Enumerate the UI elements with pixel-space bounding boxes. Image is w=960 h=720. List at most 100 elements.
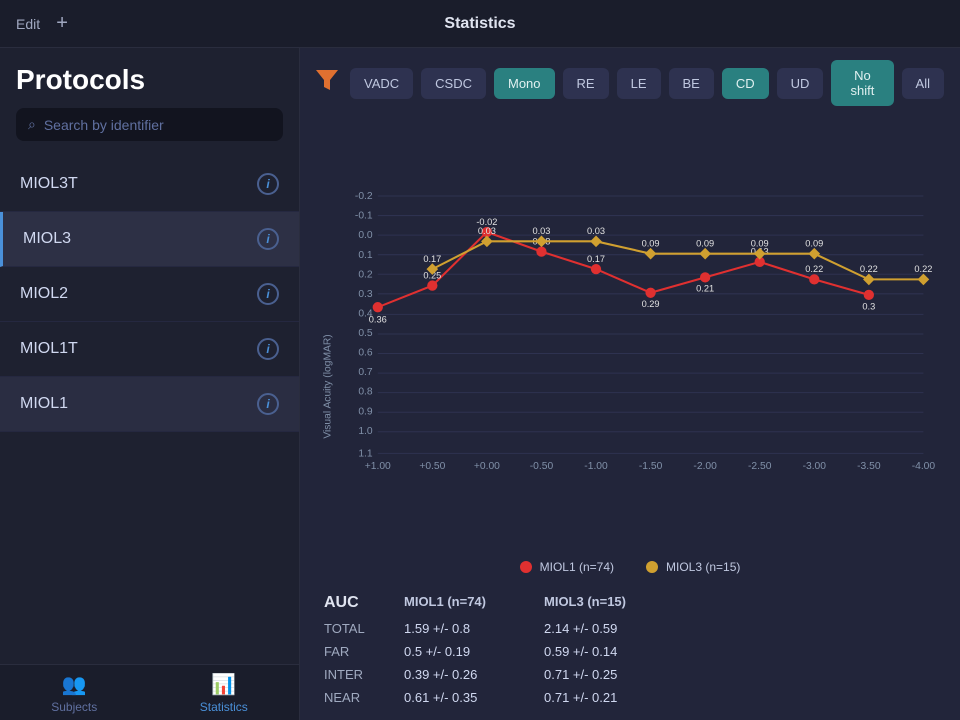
svg-text:0.5: 0.5: [358, 328, 373, 339]
filter-btn-ud[interactable]: UD: [777, 68, 824, 99]
protocol-item-miol2[interactable]: MIOL2 i: [0, 267, 299, 322]
search-input[interactable]: [44, 117, 271, 133]
svg-text:0.22: 0.22: [914, 264, 932, 274]
nav-subjects[interactable]: 👥 Subjects: [51, 672, 97, 714]
miol1-dot-6: [700, 272, 710, 282]
svg-text:-2.50: -2.50: [748, 461, 772, 472]
svg-text:0.17: 0.17: [587, 254, 605, 264]
filter-btn-noshift[interactable]: No shift: [831, 60, 893, 106]
legend-miol3-dot: [646, 561, 658, 573]
auc-row0-label: TOTAL: [324, 618, 404, 639]
protocol-name-miol2: MIOL2: [20, 285, 68, 303]
filter-btn-cd[interactable]: CD: [722, 68, 769, 99]
y-axis-label: Visual Acuity (logMAR): [322, 334, 333, 438]
info-icon-miol3t[interactable]: i: [257, 173, 279, 195]
info-icon-miol3[interactable]: i: [257, 228, 279, 250]
svg-text:0.03: 0.03: [587, 226, 605, 236]
auc-row0-val2: 2.14 +/- 0.59: [544, 618, 684, 639]
svg-text:-1.50: -1.50: [639, 461, 663, 472]
sidebar-title-area: Protocols ⌕: [0, 48, 299, 149]
info-icon-miol1[interactable]: i: [257, 393, 279, 415]
svg-text:-3.00: -3.00: [803, 461, 827, 472]
svg-text:0.6: 0.6: [358, 348, 373, 359]
add-button[interactable]: +: [48, 10, 76, 38]
svg-text:0.36: 0.36: [369, 315, 387, 325]
filter-btn-csdc[interactable]: CSDC: [421, 68, 486, 99]
sidebar-title: Protocols: [16, 64, 283, 96]
content-area: VADC CSDC Mono RE LE BE CD UD No shift A…: [300, 48, 960, 720]
protocol-name-miol1t: MIOL1T: [20, 340, 78, 358]
svg-text:0.3: 0.3: [358, 289, 373, 300]
svg-text:0.09: 0.09: [805, 238, 823, 248]
svg-text:0.09: 0.09: [696, 238, 714, 248]
auc-row3-val2: 0.71 +/- 0.21: [544, 687, 684, 708]
miol1-dot-0: [373, 302, 383, 312]
auc-row1-label: FAR: [324, 641, 404, 662]
svg-text:0.3: 0.3: [862, 301, 875, 311]
subjects-label: Subjects: [51, 700, 97, 714]
header-left: Edit +: [16, 10, 316, 38]
miol1-dot-1: [427, 280, 437, 290]
svg-text:0.8: 0.8: [358, 387, 373, 398]
svg-text:+0.00: +0.00: [474, 461, 500, 472]
auc-row0-val1: 1.59 +/- 0.8: [404, 618, 544, 639]
miol1-dot-3: [536, 246, 546, 256]
svg-text:0.1: 0.1: [358, 250, 373, 261]
info-icon-miol2[interactable]: i: [257, 283, 279, 305]
filter-icon: [316, 70, 338, 96]
svg-text:0.09: 0.09: [751, 238, 769, 248]
miol3-dot-4: [645, 248, 657, 260]
svg-text:+0.50: +0.50: [419, 461, 445, 472]
auc-row1-val1: 0.5 +/- 0.19: [404, 641, 544, 662]
miol1-dot-4: [591, 264, 601, 274]
info-icon-miol1t[interactable]: i: [257, 338, 279, 360]
bottom-nav: 👥 Subjects 📊 Statistics: [0, 664, 299, 720]
filter-bar: VADC CSDC Mono RE LE BE CD UD No shift A…: [300, 48, 960, 118]
auc-row2-val1: 0.39 +/- 0.26: [404, 664, 544, 685]
protocol-item-miol3[interactable]: MIOL3 i: [0, 212, 299, 267]
miol3-dot-7: [808, 248, 820, 260]
filter-btn-mono[interactable]: Mono: [494, 68, 555, 99]
filter-btn-all[interactable]: All: [902, 68, 944, 99]
svg-text:-4.00: -4.00: [912, 461, 936, 472]
filter-btn-le[interactable]: LE: [617, 68, 661, 99]
svg-text:-0.50: -0.50: [530, 461, 554, 472]
miol1-dot-8: [809, 274, 819, 284]
filter-btn-vadc[interactable]: VADC: [350, 68, 413, 99]
svg-text:-0.2: -0.2: [355, 191, 373, 202]
auc-col2-header: MIOL3 (n=15): [544, 590, 684, 616]
auc-col1-header: MIOL1 (n=74): [404, 590, 544, 616]
svg-text:-3.50: -3.50: [857, 461, 881, 472]
legend-miol3-label: MIOL3 (n=15): [666, 560, 740, 574]
protocol-item-miol1[interactable]: MIOL1 i: [0, 377, 299, 432]
svg-text:0.21: 0.21: [696, 284, 714, 294]
svg-text:0.09: 0.09: [642, 238, 660, 248]
auc-row3-label: NEAR: [324, 687, 404, 708]
svg-text:0.22: 0.22: [805, 264, 823, 274]
chart-wrapper: .axis-text { font-size: 10px; fill: #809…: [316, 118, 944, 552]
svg-text:0.0: 0.0: [358, 230, 373, 241]
main-layout: Protocols ⌕ MIOL3T i MIOL3 i MIOL2 i MIO…: [0, 48, 960, 720]
chart-legend: MIOL1 (n=74) MIOL3 (n=15): [316, 552, 944, 582]
svg-text:-2.00: -2.00: [693, 461, 717, 472]
legend-miol1-dot: [520, 561, 532, 573]
protocol-item-miol3t[interactable]: MIOL3T i: [0, 157, 299, 212]
protocol-item-miol1t[interactable]: MIOL1T i: [0, 322, 299, 377]
chart-container: .axis-text { font-size: 10px; fill: #809…: [300, 118, 960, 590]
search-icon: ⌕: [28, 116, 36, 133]
statistics-icon: 📊: [211, 672, 236, 697]
svg-text:0.9: 0.9: [358, 406, 373, 417]
chart-svg: .axis-text { font-size: 10px; fill: #809…: [316, 118, 944, 552]
svg-text:-1.00: -1.00: [584, 461, 608, 472]
sidebar: Protocols ⌕ MIOL3T i MIOL3 i MIOL2 i MIO…: [0, 48, 300, 720]
svg-text:1.0: 1.0: [358, 426, 373, 437]
protocol-name-miol3t: MIOL3T: [20, 175, 78, 193]
miol1-line: [378, 232, 869, 307]
svg-text:0.29: 0.29: [642, 299, 660, 309]
filter-btn-re[interactable]: RE: [563, 68, 609, 99]
svg-text:0.7: 0.7: [358, 367, 373, 378]
subjects-icon: 👥: [62, 672, 87, 697]
nav-statistics[interactable]: 📊 Statistics: [200, 672, 248, 714]
miol3-dot-8: [863, 274, 875, 286]
filter-btn-be[interactable]: BE: [669, 68, 714, 99]
